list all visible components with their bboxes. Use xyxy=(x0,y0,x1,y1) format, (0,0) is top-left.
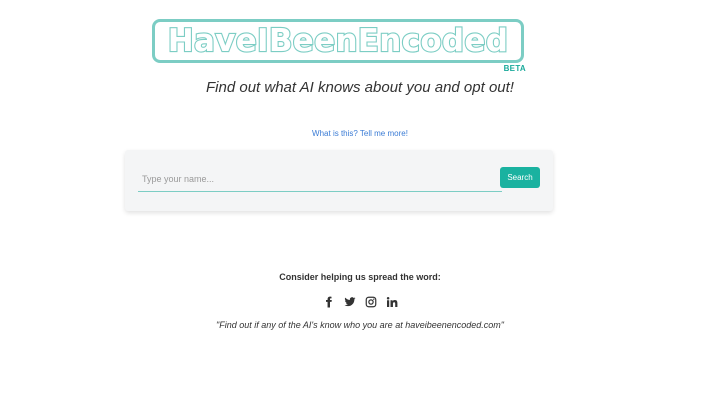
facebook-icon[interactable] xyxy=(323,296,335,308)
search-card: Search xyxy=(125,150,553,211)
twitter-icon[interactable] xyxy=(344,296,356,308)
share-title: Consider helping us spread the word: xyxy=(279,272,441,282)
search-button[interactable]: Search xyxy=(500,167,540,188)
page: HaveIBeenEncoded BETA Find out what AI k… xyxy=(0,0,720,406)
logo[interactable]: HaveIBeenEncoded BETA xyxy=(152,19,526,75)
tagline: Find out what AI knows about you and opt… xyxy=(206,79,514,96)
logo-text: HaveIBeenEncoded xyxy=(167,22,509,59)
info-link-row: What is this? Tell me more! xyxy=(0,129,720,138)
name-search-input[interactable] xyxy=(138,166,502,192)
logo-frame: HaveIBeenEncoded xyxy=(152,19,524,63)
info-link[interactable]: What is this? Tell me more! xyxy=(312,129,408,138)
beta-badge: BETA xyxy=(503,64,526,73)
social-icons xyxy=(0,296,720,308)
share-quote: "Find out if any of the AI's know who yo… xyxy=(216,320,504,330)
linkedin-icon[interactable] xyxy=(386,296,398,308)
instagram-icon[interactable] xyxy=(365,296,377,308)
